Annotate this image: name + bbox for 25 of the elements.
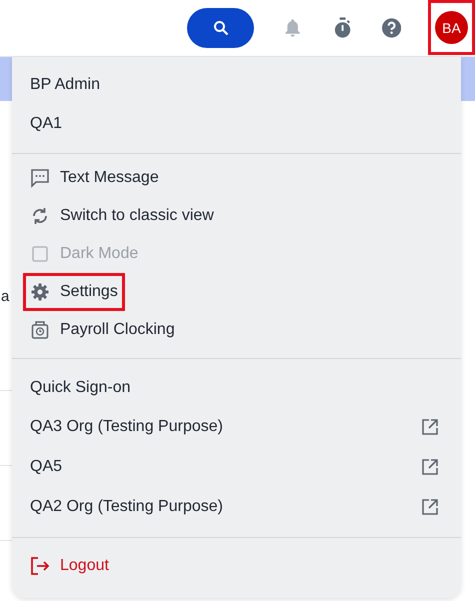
section-title: Quick Sign-on	[30, 379, 130, 397]
avatar-button[interactable]: BA	[434, 11, 468, 44]
external-link-icon[interactable]	[421, 418, 439, 436]
external-link-icon[interactable]	[421, 498, 439, 516]
external-link-icon[interactable]	[421, 458, 439, 476]
org-link[interactable]: QA5	[30, 458, 62, 476]
user-info-text: BP Admin	[30, 76, 100, 94]
logout-link[interactable]: Logout	[60, 557, 109, 575]
search-button[interactable]	[187, 8, 254, 48]
org-link[interactable]: QA2 Org (Testing Purpose)	[30, 498, 223, 516]
menu-item[interactable]: Switch to classic view	[23, 197, 221, 235]
org-link[interactable]: QA3 Org (Testing Purpose)	[30, 418, 223, 436]
search-icon	[212, 20, 229, 36]
help-icon[interactable]	[382, 18, 401, 38]
menu-item[interactable]: Settings	[23, 273, 125, 311]
clock-icon	[30, 320, 50, 340]
user-info-text: QA1	[30, 114, 62, 132]
stopwatch-icon[interactable]	[332, 17, 352, 39]
sync-icon	[30, 206, 50, 226]
logout-icon	[30, 556, 50, 576]
settings-icon	[30, 282, 50, 302]
message-icon	[30, 168, 50, 188]
menu-item[interactable]: Payroll Clocking	[23, 311, 182, 349]
menu-item[interactable]: Text Message	[23, 159, 166, 197]
page-text: a	[1, 288, 10, 305]
